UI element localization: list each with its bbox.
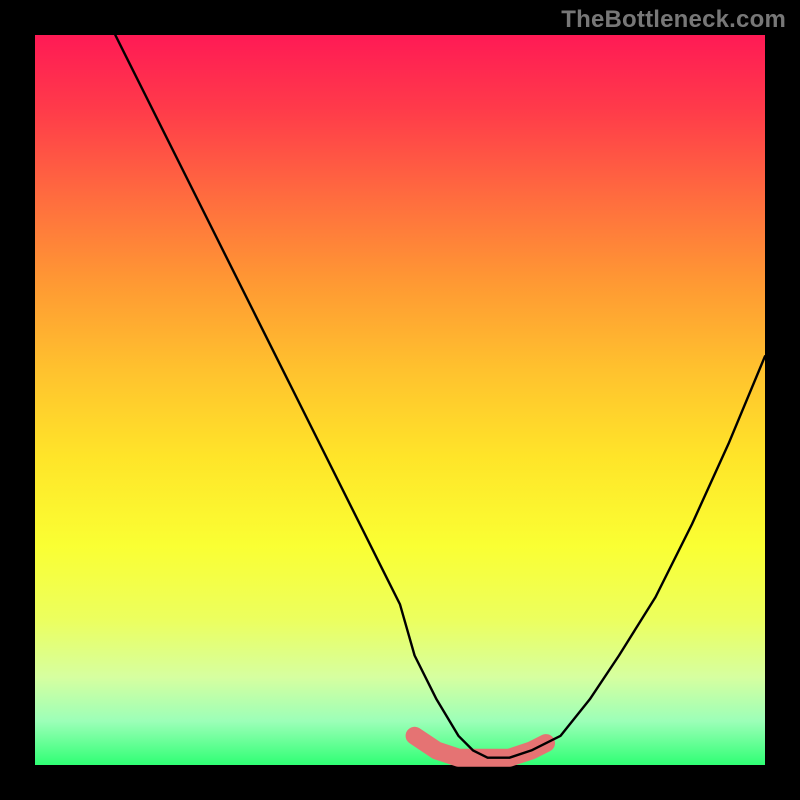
- watermark-text: TheBottleneck.com: [561, 6, 786, 34]
- bottleneck-curve-path: [115, 35, 765, 758]
- chart-frame: TheBottleneck.com: [0, 0, 800, 800]
- curve-series: [115, 35, 765, 758]
- plot-area: [35, 35, 765, 765]
- chart-svg: [35, 35, 765, 765]
